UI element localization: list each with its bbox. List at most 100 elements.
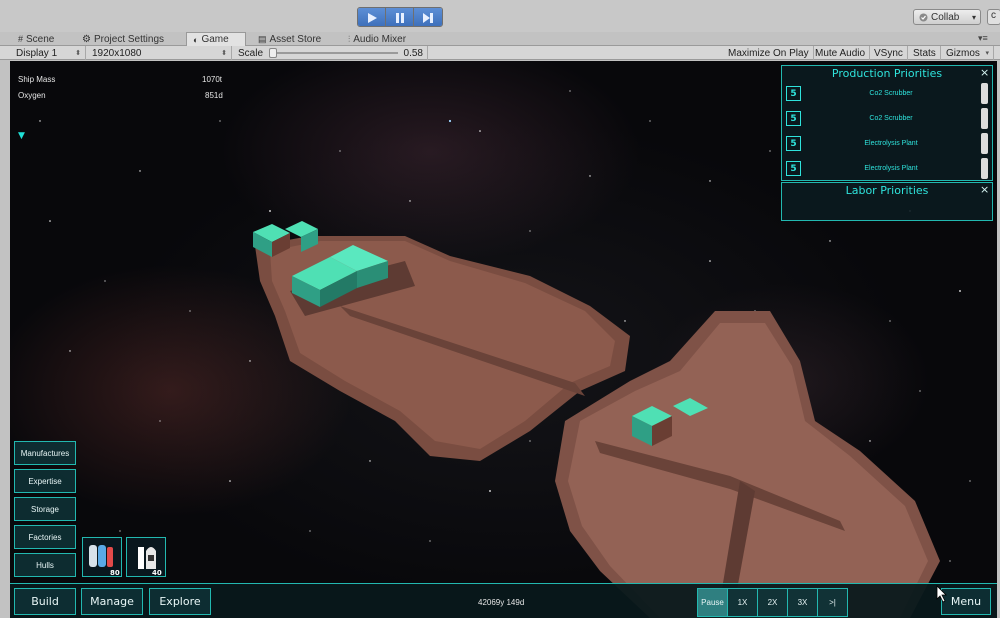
gizmos-dropdown[interactable]: Gizmos ▾ bbox=[942, 46, 994, 60]
tile-count: 80 bbox=[110, 569, 120, 577]
production-priorities-panel: Production Priorities × 5 Co2 Scrubber 5… bbox=[781, 65, 993, 181]
tab-label: Scene bbox=[26, 33, 55, 45]
tile-count: 40 bbox=[152, 569, 162, 577]
game-date: 42069y 149d bbox=[478, 598, 525, 607]
chevron-down-icon: ▾ bbox=[985, 50, 989, 57]
scale-label: Scale bbox=[238, 47, 264, 59]
production-title: Production Priorities bbox=[831, 67, 943, 80]
priority-handle[interactable] bbox=[981, 133, 988, 154]
close-icon[interactable]: × bbox=[980, 183, 989, 196]
tab-menu-icon[interactable]: ▾≡ bbox=[978, 33, 988, 44]
game-view-toolbar: Display 1 ⬍ 1920x1080 ⬍ Scale 0.58 Maxim… bbox=[0, 46, 1000, 60]
hulls-button[interactable]: Hulls bbox=[14, 553, 76, 577]
labor-priorities-panel: Labor Priorities × bbox=[781, 182, 993, 221]
mute-label: Mute Audio bbox=[815, 47, 866, 59]
priority-handle[interactable] bbox=[981, 83, 988, 104]
list-item[interactable]: 5 Electrolysis Plant bbox=[782, 131, 992, 156]
tab-label: Audio Mixer bbox=[353, 33, 407, 45]
expertise-button[interactable]: Expertise bbox=[14, 469, 76, 493]
scale-slider[interactable]: Scale 0.58 bbox=[234, 46, 428, 60]
item-label: Electrolysis Plant bbox=[864, 140, 918, 147]
bottom-bar: Build Manage Explore 42069y 149d Pause 1… bbox=[10, 583, 997, 618]
storage-button[interactable]: Storage bbox=[14, 497, 76, 521]
priority-handle[interactable] bbox=[981, 108, 988, 129]
ship-hull bbox=[255, 236, 940, 618]
chevron-down-icon: ▾ bbox=[971, 12, 976, 22]
pause-button[interactable] bbox=[386, 8, 414, 26]
resolution-select[interactable]: 1920x1080 ⬍ bbox=[88, 46, 232, 60]
module-tile-rocket[interactable]: 40 bbox=[126, 537, 166, 577]
mute-audio-toggle[interactable]: Mute Audio bbox=[811, 46, 871, 60]
priority-number[interactable]: 5 bbox=[786, 136, 801, 151]
speed-2x-button[interactable]: 2X bbox=[757, 588, 788, 617]
tab-label: Project Settings bbox=[93, 33, 165, 45]
expand-arrow-icon[interactable]: ▼ bbox=[18, 131, 25, 141]
maximize-on-play-toggle[interactable]: Maximize On Play bbox=[724, 46, 814, 60]
priority-number[interactable]: 5 bbox=[786, 161, 801, 176]
mixer-icon: ⫶ bbox=[348, 33, 351, 44]
playback-controls bbox=[357, 7, 443, 27]
stats-toggle[interactable]: Stats bbox=[909, 46, 941, 60]
speed-1x-button[interactable]: 1X bbox=[727, 588, 758, 617]
factories-button[interactable]: Factories bbox=[14, 525, 76, 549]
updown-icon: ⬍ bbox=[75, 50, 81, 57]
vsync-toggle[interactable]: VSync bbox=[870, 46, 908, 60]
list-item[interactable]: 5 Electrolysis Plant bbox=[782, 156, 992, 181]
menu-button[interactable]: Menu bbox=[941, 588, 991, 615]
manage-button[interactable]: Manage bbox=[81, 588, 143, 615]
speed-controls: Pause 1X 2X 3X >| bbox=[697, 588, 848, 617]
collab-dropdown[interactable]: Collab ▾ bbox=[913, 9, 981, 25]
skip-button[interactable]: >| bbox=[817, 588, 848, 617]
tab-asset-store[interactable]: ▤ Asset Store bbox=[252, 32, 327, 46]
step-button[interactable] bbox=[414, 8, 442, 26]
maximize-label: Maximize On Play bbox=[728, 47, 809, 59]
build-button[interactable]: Build bbox=[14, 588, 76, 615]
tab-label: Game bbox=[201, 34, 229, 45]
stats-label: Stats bbox=[913, 47, 936, 59]
account-label: c bbox=[991, 10, 996, 21]
scale-knob[interactable] bbox=[269, 48, 278, 58]
gear-icon: ⚙ bbox=[82, 33, 91, 45]
priority-number[interactable]: 5 bbox=[786, 111, 801, 126]
editor-toolbar: Collab ▾ c bbox=[0, 0, 1000, 32]
cloud-check-icon bbox=[919, 13, 928, 21]
store-icon: ▤ bbox=[258, 33, 267, 44]
tab-audio-mixer[interactable]: ⫶ Audio Mixer bbox=[342, 32, 412, 46]
play-button[interactable] bbox=[358, 8, 386, 26]
list-item[interactable]: 5 Co2 Scrubber bbox=[782, 106, 992, 131]
close-icon[interactable]: × bbox=[980, 66, 989, 79]
account-button[interactable]: c bbox=[987, 9, 1000, 25]
hash-icon: # bbox=[18, 34, 24, 44]
tab-scene[interactable]: # Scene bbox=[12, 32, 60, 46]
priority-number[interactable]: 5 bbox=[786, 86, 801, 101]
ship-mass-label: Ship Mass bbox=[18, 75, 56, 84]
item-label: Co2 Scrubber bbox=[869, 90, 913, 97]
tab-label: Asset Store bbox=[269, 33, 322, 45]
item-label: Electrolysis Plant bbox=[864, 165, 918, 172]
list-item[interactable]: 5 Co2 Scrubber bbox=[782, 81, 992, 106]
updown-icon: ⬍ bbox=[221, 50, 227, 57]
explore-button[interactable]: Explore bbox=[149, 588, 211, 615]
priority-handle[interactable] bbox=[981, 158, 988, 179]
resolution-value: 1920x1080 bbox=[92, 47, 142, 59]
pause-speed-button[interactable]: Pause bbox=[697, 588, 728, 617]
editor-frame-left bbox=[0, 61, 10, 618]
scale-value: 0.58 bbox=[403, 47, 423, 59]
game-viewport[interactable]: Ship Mass 1070t Oxygen 851d ▼ Production… bbox=[10, 61, 997, 618]
labor-title: Labor Priorities bbox=[845, 184, 929, 197]
gizmos-label: Gizmos bbox=[946, 47, 980, 59]
ship-mass-value: 1070t bbox=[202, 75, 223, 84]
scale-track[interactable] bbox=[269, 48, 398, 58]
oxygen-value: 851d bbox=[205, 91, 223, 100]
tab-project-settings[interactable]: ⚙ Project Settings bbox=[76, 32, 170, 46]
tab-game[interactable]: ◐ Game bbox=[186, 32, 246, 46]
production-list: 5 Co2 Scrubber 5 Co2 Scrubber 5 Electrol… bbox=[782, 81, 992, 181]
speed-3x-button[interactable]: 3X bbox=[787, 588, 818, 617]
module-tile-tank[interactable]: 80 bbox=[82, 537, 122, 577]
display-select[interactable]: Display 1 ⬍ bbox=[12, 46, 86, 60]
play-icon bbox=[367, 13, 377, 23]
game-icon: ◐ bbox=[193, 34, 199, 45]
manufactures-button[interactable]: Manufactures bbox=[14, 441, 76, 465]
collab-label: Collab bbox=[931, 11, 960, 23]
vsync-label: VSync bbox=[874, 47, 903, 59]
